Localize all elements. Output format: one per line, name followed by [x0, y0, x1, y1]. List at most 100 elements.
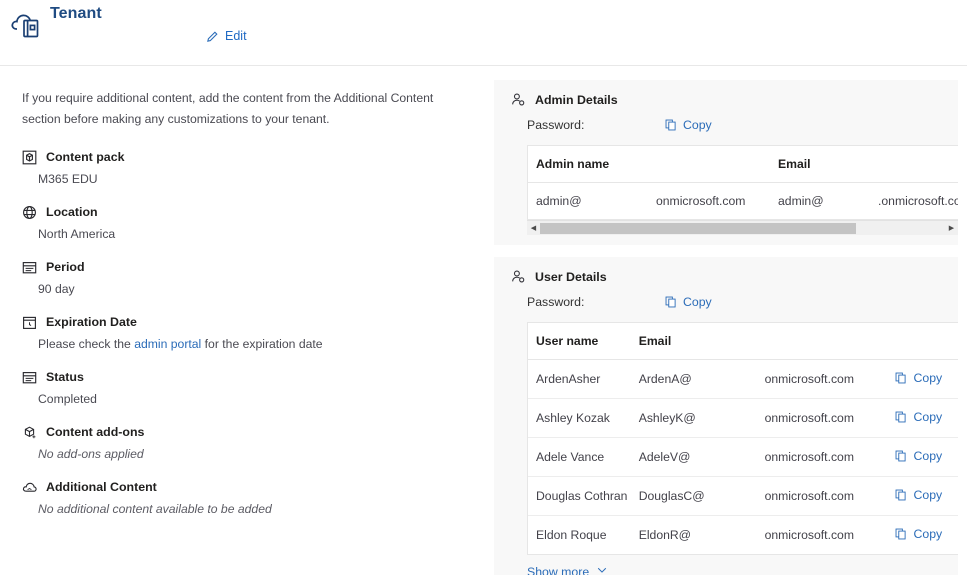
user-email-prefix: EldonR@ [638, 528, 692, 542]
field-value: M365 EDU [38, 171, 98, 186]
user-email-suffix: onmicrosoft.com [764, 528, 854, 542]
admin-table-container: Admin name Email admin@ onmicrosoft.com … [527, 145, 958, 220]
field-status: Status Completed [22, 370, 470, 406]
user-email-prefix: DouglasC@ [630, 476, 757, 516]
person-icon [511, 269, 527, 285]
copy-icon [895, 528, 907, 540]
field-location: Location North America [22, 205, 470, 241]
admin-password-label: Password: [527, 117, 585, 132]
admin-details-header: Admin Details [494, 92, 958, 108]
user-password-label: Password: [527, 294, 585, 309]
table-row: Adele Vance AdeleV@ onmicrosoft.com Copy [528, 437, 958, 477]
field-label: Status [46, 370, 84, 385]
column-header-email: Email [630, 323, 888, 360]
table-row: Eldon Roque EldonR@ onmicrosoft.com Copy [528, 516, 958, 555]
table-row: Ashley Kozak AshleyK@ onmicrosoft.com Co… [528, 398, 958, 438]
field-header: Status [22, 370, 470, 385]
user-email-suffix: onmicrosoft.com [756, 398, 888, 438]
copy-icon [665, 296, 677, 308]
admin-email-prefix: admin@ [778, 194, 824, 208]
copy-label: Copy [913, 410, 943, 424]
field-value: Please check the admin portal for the ex… [22, 337, 470, 351]
copy-label: Copy [913, 449, 943, 463]
user-email-prefix: AdeleV@ [630, 437, 757, 477]
user-details-title: User Details [535, 270, 607, 284]
user-password-copy-button[interactable]: Copy [665, 295, 712, 309]
details-column: Admin Details Password: Copy Admin name … [492, 66, 967, 575]
user-email-prefix: AshleyK@ [630, 398, 757, 438]
admin-name-prefix: admin@ [536, 194, 582, 208]
expiration-suffix: for the expiration date [201, 336, 323, 351]
copy-label: Copy [683, 294, 712, 309]
copy-link[interactable]: Copy [895, 371, 942, 385]
page-title: Tenant [50, 5, 102, 22]
copy-label: Copy [913, 527, 943, 541]
field-label: Content pack [46, 150, 125, 165]
field-header: Additional Content [22, 480, 470, 495]
copy-icon [895, 411, 907, 423]
table-row: admin@ onmicrosoft.com admin@ .onmicroso… [528, 183, 958, 220]
field-header: Period [22, 260, 470, 275]
copy-label: Copy [913, 371, 943, 385]
cube-add-icon [22, 425, 37, 440]
intro-text: If you require additional content, add t… [22, 91, 434, 126]
copy-link[interactable]: Copy [895, 527, 942, 541]
table-header-row: User name Email [528, 323, 958, 360]
field-label: Additional Content [46, 480, 157, 495]
row-copy-button[interactable]: Copy [887, 359, 958, 399]
edit-button[interactable]: Edit [206, 29, 247, 43]
chevron-left-icon[interactable]: ◀ [527, 221, 540, 236]
field-value: No additional content available to be ad… [38, 501, 272, 516]
user-details-table: User name Email ArdenAsher ArdenA@ onmic… [528, 323, 958, 554]
field-value: 90 day [38, 281, 75, 296]
field-header: Content pack [22, 150, 470, 165]
admin-email-suffix: .onmicrosoft.com [878, 194, 958, 208]
field-label: Content add-ons [46, 425, 145, 440]
pencil-icon [206, 30, 219, 43]
user-email-prefix: ArdenA@ [630, 359, 757, 399]
column-header-admin-name: Admin name [528, 146, 771, 183]
copy-link[interactable]: Copy [895, 410, 942, 424]
field-header: Location [22, 205, 470, 220]
chevron-down-icon [596, 564, 608, 575]
cloud-content-icon [22, 480, 37, 495]
field-value: North America [38, 226, 116, 241]
field-period: Period 90 day [22, 260, 470, 296]
package-box-icon [22, 150, 37, 165]
show-more-button[interactable]: Show more [527, 564, 608, 575]
calendar-icon [22, 260, 37, 275]
copy-icon [895, 489, 907, 501]
table-header-row: Admin name Email [528, 146, 958, 183]
field-header: Content add-ons [22, 425, 470, 440]
user-email-suffix: onmicrosoft.com [756, 437, 888, 477]
admin-details-table: Admin name Email admin@ onmicrosoft.com … [528, 146, 958, 219]
admin-portal-link[interactable]: admin portal [134, 337, 201, 351]
cloud-book-icon [10, 9, 44, 43]
chevron-right-icon[interactable]: ▶ [945, 221, 958, 236]
field-label: Expiration Date [46, 315, 137, 330]
field-expiration-date: Expiration Date Please check the admin p… [22, 315, 470, 351]
scrollbar-track[interactable] [540, 221, 945, 236]
admin-password-copy-button[interactable]: Copy [665, 118, 712, 132]
admin-table-horizontal-scrollbar[interactable]: ◀ ▶ [527, 220, 958, 235]
row-copy-button[interactable]: Copy [887, 437, 958, 477]
row-copy-button[interactable]: Copy [887, 398, 958, 438]
user-name: Douglas Cothran [528, 476, 631, 516]
user-name: ArdenAsher [528, 359, 631, 399]
show-more-label: Show more [527, 564, 590, 575]
calendar-icon [22, 370, 37, 385]
copy-link[interactable]: Copy [895, 449, 942, 463]
row-copy-button[interactable]: Copy [887, 516, 958, 555]
globe-icon [22, 205, 37, 220]
row-copy-button[interactable]: Copy [887, 476, 958, 516]
copy-link[interactable]: Copy [895, 488, 942, 502]
column-header-email: Email [770, 146, 958, 183]
user-details-header: User Details [494, 269, 958, 285]
page-header: Tenant Edit [0, 0, 967, 66]
copy-icon [895, 450, 907, 462]
admin-name-suffix: onmicrosoft.com [656, 194, 746, 208]
user-details-panel: User Details Password: Copy User name Em… [494, 257, 958, 575]
person-icon [511, 92, 527, 108]
field-label: Location [46, 205, 98, 220]
scrollbar-thumb[interactable] [540, 222, 856, 234]
